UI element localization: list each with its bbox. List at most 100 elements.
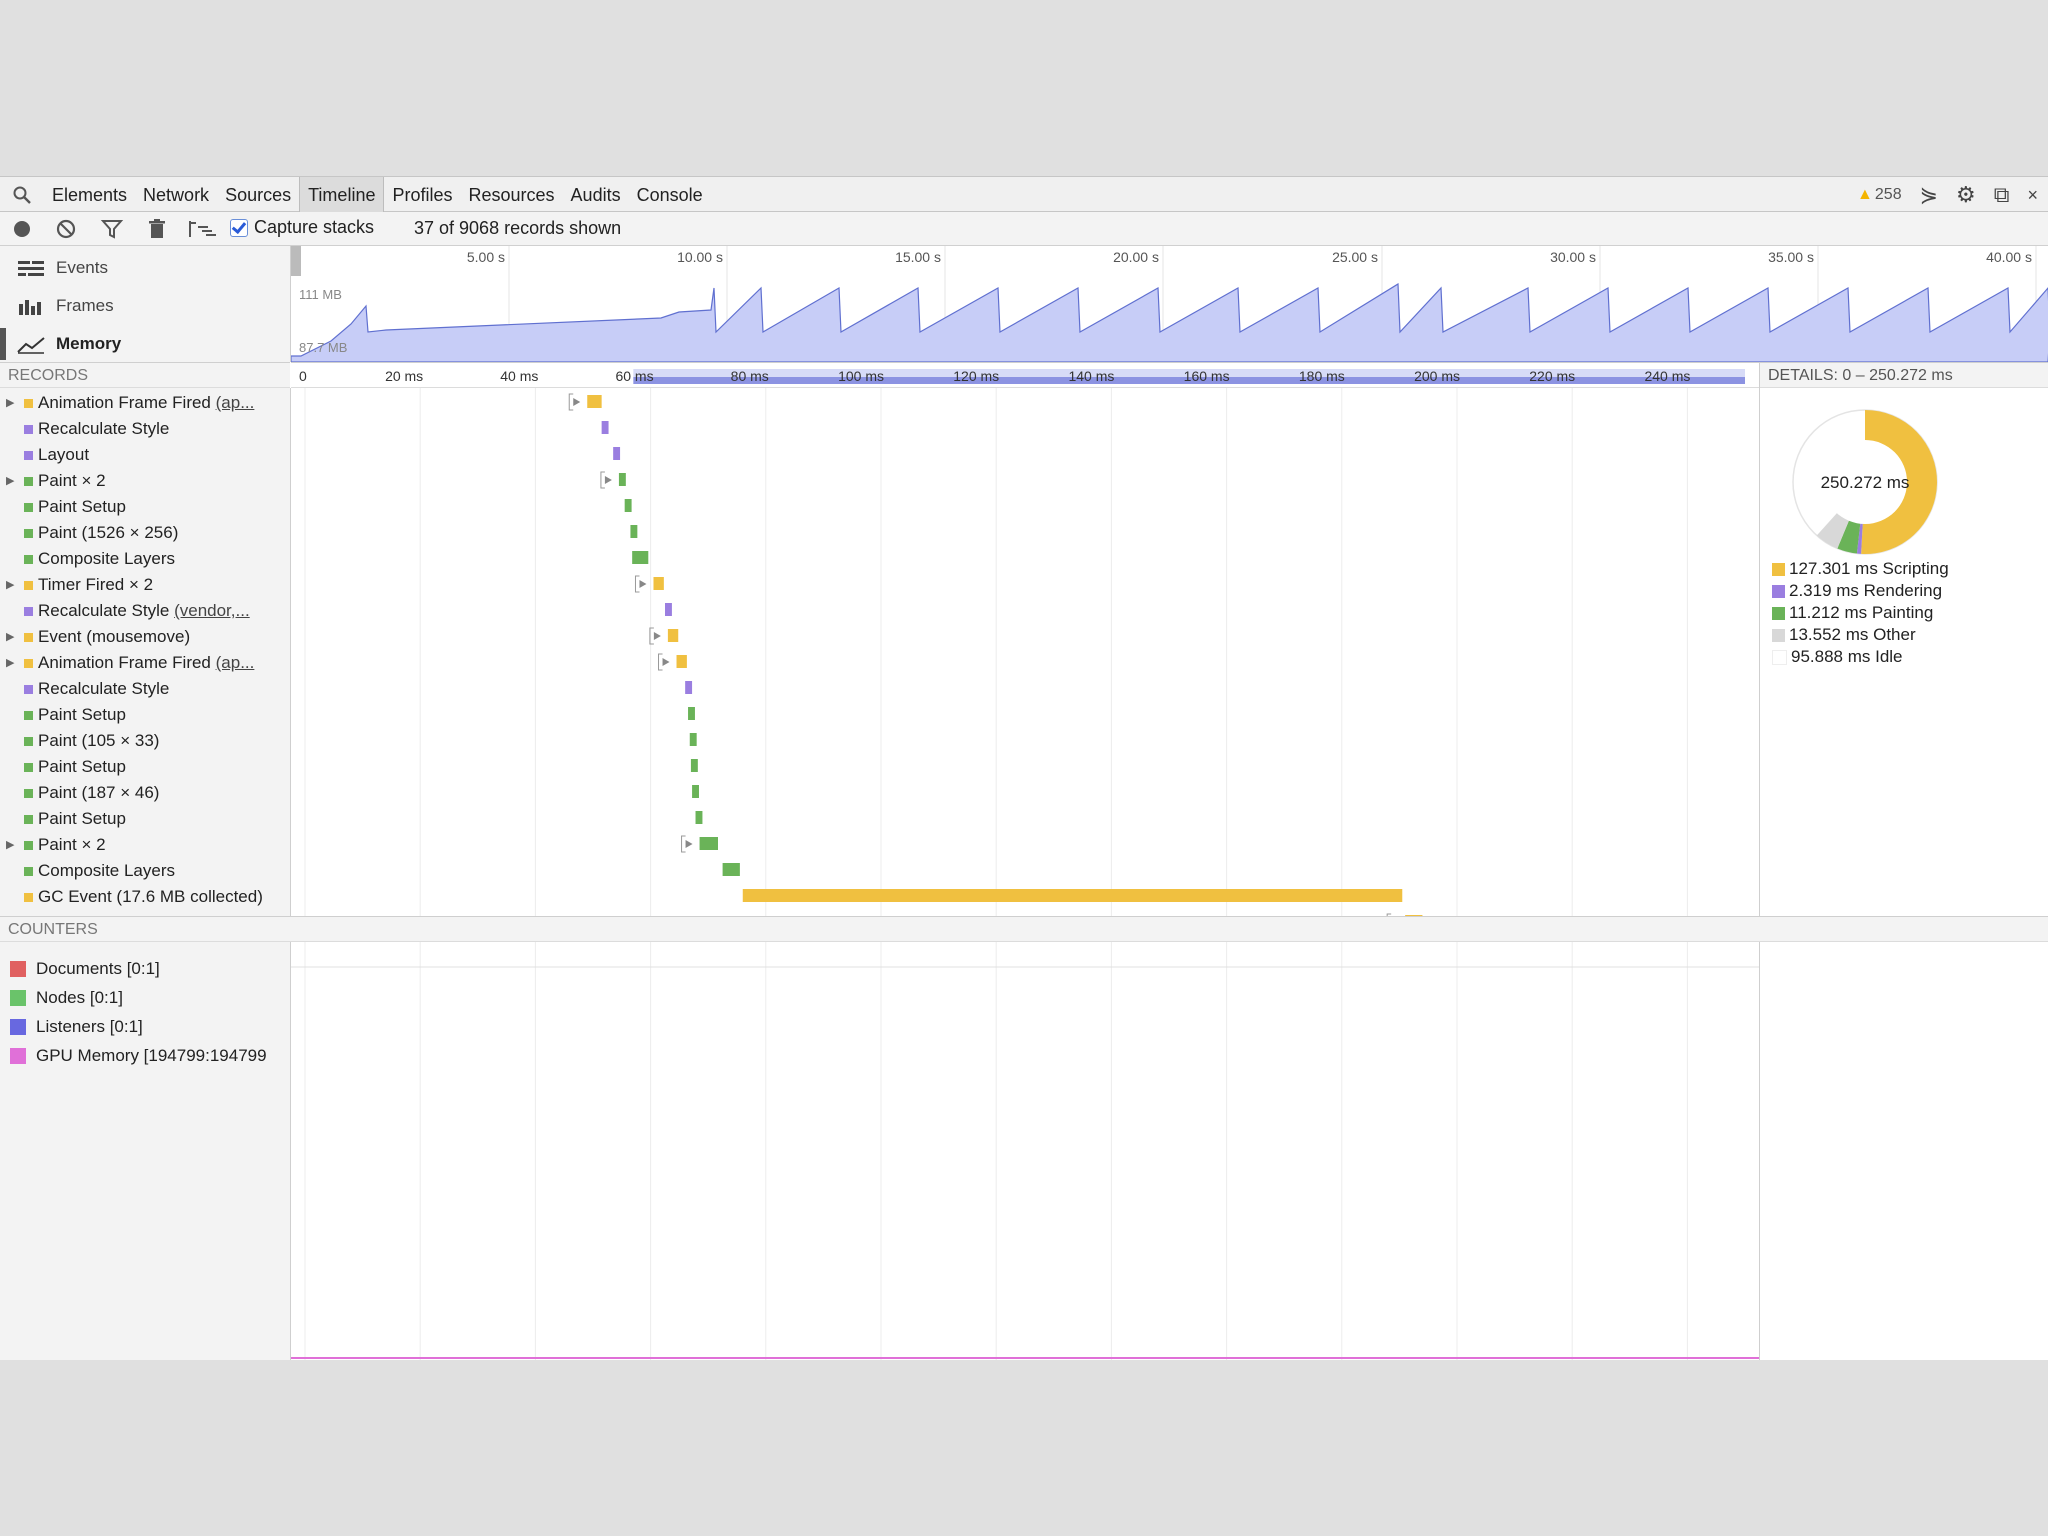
record-bar[interactable] [699,837,718,850]
record-row[interactable]: Recalculate Style (vendor,... [0,598,290,624]
counter-item[interactable]: Listeners [0:1] [10,1014,143,1040]
records-timeline-svg[interactable] [291,388,1759,916]
record-bar[interactable] [630,525,638,538]
record-row[interactable]: Paint (105 × 33) [0,728,290,754]
tab-network[interactable]: Network [135,177,217,213]
expand-arrow-icon[interactable]: ▶ [6,650,14,676]
overview-item-memory[interactable]: Memory [0,326,290,362]
counter-item[interactable]: Nodes [0:1] [10,985,123,1011]
record-row[interactable]: ▶ Event (mousemove) [0,624,290,650]
record-bar[interactable] [688,707,695,720]
filter-icon[interactable] [100,217,124,241]
record-row[interactable]: Recalculate Style [0,416,290,442]
record-row[interactable]: Paint Setup [0,702,290,728]
record-bar[interactable] [692,785,699,798]
expand-arrow-icon[interactable]: ▶ [6,832,14,858]
record-row[interactable]: Paint Setup [0,754,290,780]
record-bar[interactable] [601,421,609,434]
tab-resources[interactable]: Resources [461,177,563,213]
record-row[interactable]: ▶ Paint × 2 [0,832,290,858]
record-bar[interactable] [676,655,687,668]
counters-graph[interactable] [291,942,1759,1360]
record-bar[interactable] [613,447,621,460]
tab-elements[interactable]: Elements [44,177,135,213]
memory-overview[interactable]: 5.00 s 10.00 s 15.00 s 20.00 s 25.00 s 30.00 … [291,246,2048,362]
expand-arrow-icon[interactable]: ▶ [6,390,14,416]
record-bar[interactable] [618,473,626,486]
record-row[interactable]: Layout [0,442,290,468]
ms-ruler: 0 20 ms 40 ms 60 ms 80 ms 100 ms 120 ms 140 ms 1… [291,362,1759,388]
counter-swatch[interactable] [10,1048,26,1064]
record-bar[interactable] [690,759,698,772]
record-row[interactable]: Paint Setup [0,806,290,832]
record-bar[interactable] [667,629,679,642]
flame-chart-icon[interactable] [188,217,218,241]
counter-swatch[interactable] [10,961,26,977]
record-bar[interactable] [685,681,693,694]
record-bar[interactable] [587,395,602,408]
close-icon[interactable]: × [2027,185,2038,206]
records-timeline[interactable] [291,388,1759,916]
gear-icon[interactable]: ⚙ [1956,182,1976,208]
record-source-link[interactable]: (ap... [216,653,255,672]
record-bar[interactable] [689,733,697,746]
record-row[interactable]: ▶ Timer Fired × 2 [0,572,290,598]
legend-item-scripting: 127.301 ms Scripting [1772,558,1949,580]
overview-item-label: Memory [56,334,122,353]
record-row[interactable]: Recalculate Style [0,676,290,702]
counter-item[interactable]: GPU Memory [194799:194799 [10,1043,267,1069]
capture-stacks-toggle[interactable]: Capture stacks [230,217,374,238]
expand-arrow-icon[interactable]: ▶ [6,572,14,598]
record-source-link[interactable]: (ap... [216,393,255,412]
record-row[interactable]: Paint Setup [0,494,290,520]
tab-timeline[interactable]: Timeline [299,177,385,213]
tab-profiles[interactable]: Profiles [384,177,460,213]
record-icon[interactable] [10,217,34,241]
record-bar[interactable] [665,603,672,616]
expand-arrow-icon[interactable] [639,580,647,588]
tab-audits[interactable]: Audits [563,177,629,213]
record-bar[interactable] [722,863,740,876]
overview-item-events[interactable]: Events [0,250,290,286]
search-icon[interactable] [12,185,32,205]
record-bar[interactable] [632,551,649,564]
overview-item-frames[interactable]: Frames [0,288,290,324]
record-row[interactable]: Composite Layers [0,858,290,884]
record-bar[interactable] [742,889,1403,902]
memory-overview-graph[interactable]: 5.00 s 10.00 s 15.00 s 20.00 s 25.00 s 30.00 … [291,246,2048,362]
ms-tick-label: 60 ms [615,368,653,384]
record-row[interactable]: ▶ Animation Frame Fired (ap... [0,650,290,676]
counter-swatch[interactable] [10,1019,26,1035]
expand-arrow-icon[interactable] [604,476,612,484]
record-bar[interactable] [624,499,632,512]
record-label: Paint × 2 [38,832,106,858]
expand-arrow-icon[interactable] [573,398,581,406]
capture-stacks-checkbox[interactable] [230,218,248,237]
record-row[interactable]: Composite Layers [0,546,290,572]
record-row[interactable]: GC Event (17.6 MB collected) [0,884,290,910]
garbage-collect-icon[interactable] [145,217,169,241]
record-bar[interactable] [653,577,664,590]
record-row[interactable]: ▶ Animation Frame Fired (ap... [0,390,290,416]
record-source-link[interactable]: (vendor,... [174,601,250,620]
overview-time-tick: 10.00 s [677,249,723,265]
record-row[interactable]: Paint (187 × 46) [0,780,290,806]
clear-icon[interactable] [54,217,78,241]
warnings-counter[interactable]: ▲ 258 [1857,186,1902,204]
counter-swatch[interactable] [10,990,26,1006]
expand-arrow-icon[interactable]: ▶ [6,624,14,650]
expand-arrow-icon[interactable] [653,632,661,640]
expand-arrow-icon[interactable] [662,658,670,666]
expand-arrow-icon[interactable]: ▶ [6,468,14,494]
record-row[interactable]: ▶ Paint × 2 [0,468,290,494]
tab-sources[interactable]: Sources [217,177,299,213]
console-drawer-icon[interactable]: ⋟ [1920,182,1938,208]
counter-item[interactable]: Documents [0:1] [10,956,160,982]
expand-arrow-icon[interactable] [685,840,693,848]
record-row[interactable]: Paint (1526 × 256) [0,520,290,546]
overview-window-left-handle[interactable] [291,246,301,276]
record-bar[interactable] [695,811,703,824]
record-label: Paint Setup [38,702,126,728]
tab-console[interactable]: Console [629,177,711,213]
dock-icon[interactable]: ⧉ [1994,182,2010,208]
